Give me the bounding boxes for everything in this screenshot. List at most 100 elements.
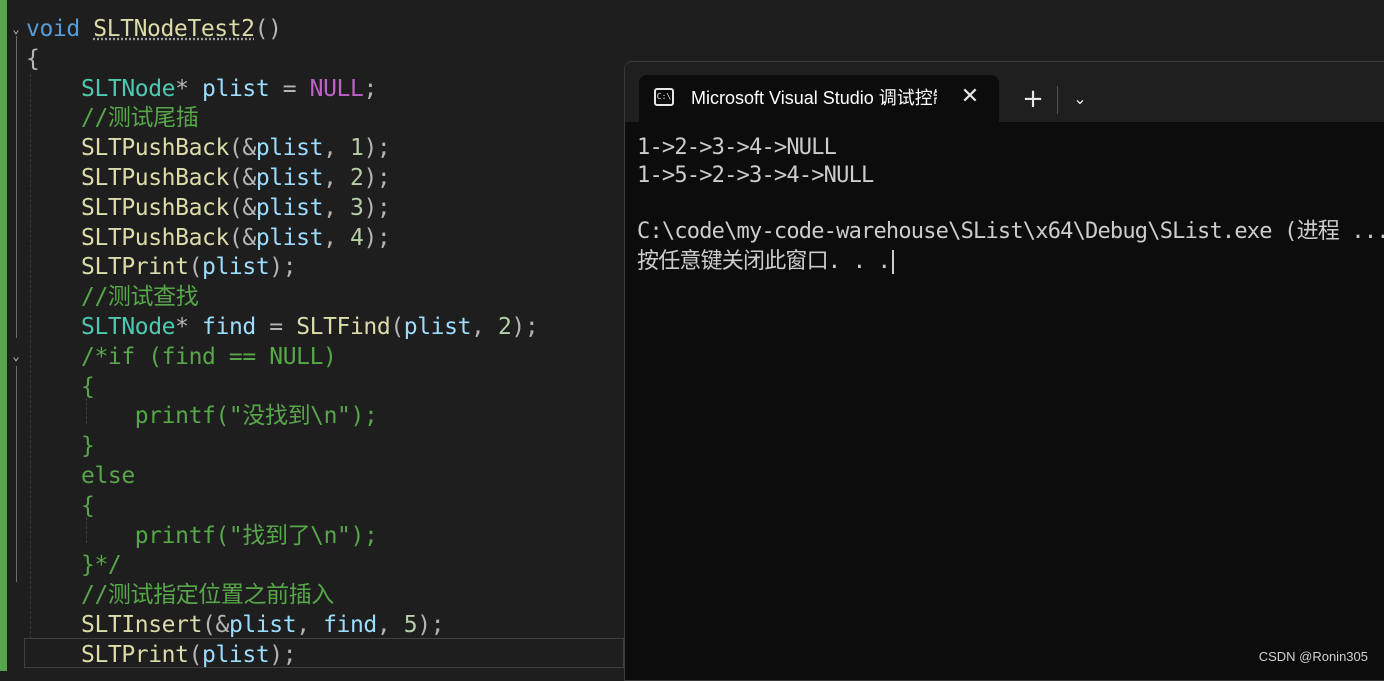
tab-title: Microsoft Visual Studio 调试控制台 [691,88,937,108]
code-line: else [81,461,135,491]
code-token: find [202,314,256,340]
code-line: SLTPushBack(&plist, 4); [81,223,391,253]
code-token: //测试指定位置之前插入 [81,582,334,609]
code-token: plist [255,224,324,251]
code-token: (& [228,135,256,162]
code-token: ( [188,254,203,281]
code-line: //测试指定位置之前插入 [81,580,334,610]
terminal-output-line: C:\code\my-code-warehouse\SList\x64\Debu… [637,219,1384,244]
code-line: } [81,431,95,461]
code-line: SLTPushBack(&plist, 1); [81,133,391,163]
change-tracking-bar [0,0,7,671]
code-token: plist [255,194,324,221]
code-token: SLTNodeTest2 [93,16,255,42]
code-token: printf("没找到\n"); [81,403,378,430]
code-token: plist [202,75,270,102]
code-token: plist [403,314,472,340]
code-token: 3 [349,194,364,221]
fold-toggle-function-icon[interactable]: ⌄ [9,22,23,36]
code-token: SLTPushBack [81,165,229,191]
code-token: 2 [349,165,364,191]
terminal-titlebar[interactable]: C:\ Microsoft Visual Studio 调试控制台 ✕ + ⌄ [625,62,1384,123]
code-token: = [255,314,297,340]
terminal-output-line: 1->5->2->3->4->NULL [637,163,874,188]
code-token: { [81,492,95,519]
code-token: ); [363,165,391,191]
code-token: 2 [497,314,512,340]
tab-debug-console[interactable]: C:\ Microsoft Visual Studio 调试控制台 ✕ [639,75,999,123]
code-token: 5 [403,612,418,638]
debug-console-window[interactable]: C:\ Microsoft Visual Studio 调试控制台 ✕ + ⌄ … [624,61,1384,681]
code-token: ); [363,135,391,162]
code-line: printf("没找到\n"); [81,401,378,431]
close-tab-icon[interactable]: ✕ [957,84,983,110]
code-token: 4 [349,224,364,251]
code-token: /*if (find == NULL) [81,343,337,370]
code-token: plist [228,612,297,638]
code-token: * [175,75,203,102]
code-line: /*if (find == NULL) [81,342,337,372]
code-token: (& [202,612,229,638]
code-token: ); [269,254,297,281]
watermark: CSDN @Ronin305 [1258,649,1368,664]
code-token: = [269,75,310,102]
titlebar-separator [1057,86,1058,114]
code-token: ); [363,224,391,251]
terminal-icon: C:\ [654,88,674,106]
code-token: SLTInsert [81,612,203,638]
code-token: //测试尾插 [81,105,199,132]
code-token: ); [511,314,539,340]
code-token: , [376,612,404,638]
code-token: } [81,433,95,460]
code-line: SLTNode* find = SLTFind(plist, 2); [81,312,539,342]
code-token: SLTFind [296,314,391,340]
code-token: (& [228,194,256,221]
code-line: SLTPushBack(&plist, 3); [81,193,391,223]
code-token: find [323,612,377,638]
code-token: SLTNode [81,75,176,102]
code-token: SLTPushBack [81,135,229,162]
fold-toggle-comment-icon[interactable]: ⌄ [9,349,23,363]
code-line: { [26,44,40,74]
code-token: , [471,314,498,340]
code-token: plist [202,641,270,668]
code-token: void [26,16,80,42]
code-token: * [175,314,203,340]
code-token: (& [228,224,256,251]
code-line: //测试尾插 [81,103,199,133]
code-line: SLTPrint(plist); [81,252,297,282]
code-token: , [323,135,350,162]
code-line: }*/ [81,550,122,580]
code-token: , [323,194,350,221]
terminal-output-line: 1->2->3->4->NULL [637,135,837,160]
code-token: }*/ [81,552,122,579]
code-token: , [323,165,350,191]
code-line: void SLTNodeTest2() [26,14,282,44]
code-token: ( [188,641,203,668]
indent-guide [30,74,31,639]
code-token: ); [363,194,391,221]
code-token: else [81,463,135,489]
code-token: , [296,612,324,638]
code-line: //测试查找 [81,282,199,312]
outline-line [16,36,17,338]
chevron-down-icon[interactable]: ⌄ [1065,84,1095,114]
code-token: SLTPrint [81,254,189,281]
terminal-output-line: 按任意键关闭此窗口. . . [637,248,895,276]
code-token: plist [202,254,270,281]
code-token: SLTPushBack [81,224,229,251]
code-token: 1 [349,135,364,162]
code-token: plist [255,165,324,191]
text-cursor [892,250,895,274]
code-token: printf("找到了\n"); [81,522,378,549]
code-token: SLTPrint [81,641,189,668]
code-token: ); [417,612,445,638]
code-token: //测试查找 [81,284,199,311]
code-token: SLTPushBack [81,194,229,221]
code-token: { [81,373,95,400]
code-token: NULL [309,75,364,102]
code-token: { [26,45,40,72]
code-token: () [254,16,282,42]
code-line: SLTPrint(plist); [81,640,297,670]
new-tab-button[interactable]: + [1018,84,1048,114]
